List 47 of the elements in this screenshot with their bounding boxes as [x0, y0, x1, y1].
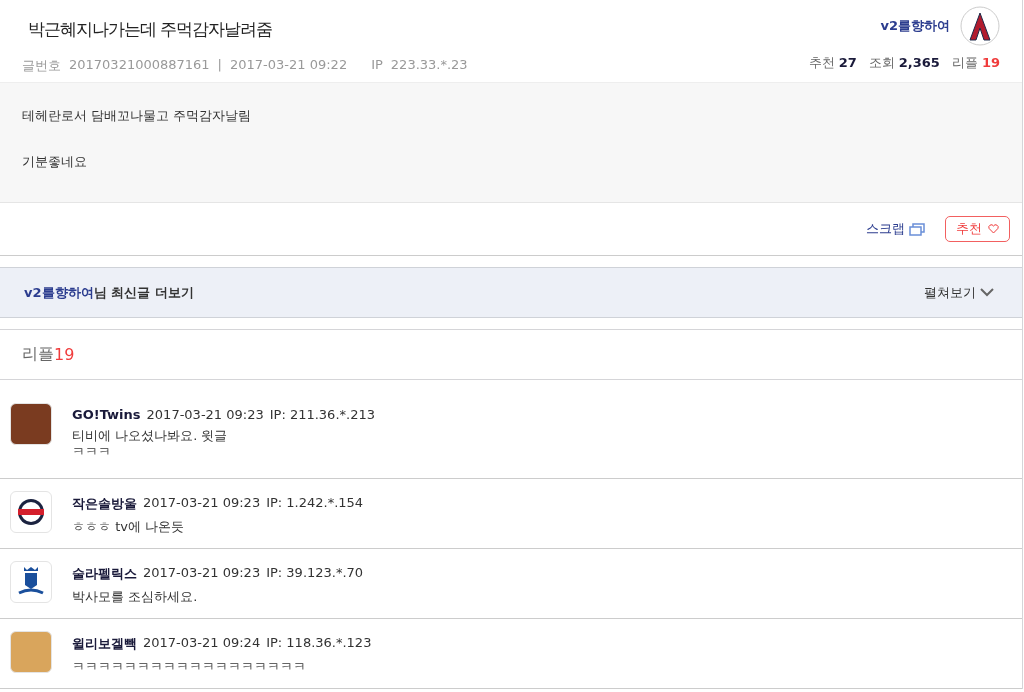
comment-author[interactable]: 술라펠릭스 [72, 565, 137, 583]
chevron-down-icon [980, 288, 994, 297]
stat-label: 추천 [808, 55, 835, 70]
comment-text: ㅋㅋㅋㅋㅋㅋㅋㅋㅋㅋㅋㅋㅋㅋㅋㅋㅋㅋ [72, 659, 307, 675]
team-logo-drawing [10, 561, 52, 603]
stat-value: 19 [981, 55, 1000, 70]
more-posts-link[interactable]: v2를향하여님 최신글 더보기 [24, 283, 194, 302]
scrap-link[interactable]: 스크랩 [866, 220, 925, 238]
team-logo-drawing [10, 491, 52, 533]
stat-label: 조회 [868, 55, 895, 70]
post-title: 박근혜지나가는데 주먹감자날려줌 [28, 18, 274, 41]
comment-text: 티비에 나오셨나봐요. 윗글 [72, 428, 229, 444]
comment-author[interactable]: 윌리보겔빽 [72, 635, 137, 653]
comment-author[interactable]: 작은솔방울 [72, 495, 137, 513]
meta-separator: | [217, 57, 222, 74]
stat-value: 27 [838, 55, 857, 70]
post-datetime: 2017-03-21 09:22 [230, 57, 348, 74]
post-body-text: 테헤란로서 담배꼬나물고 주먹감자날림 [22, 107, 253, 125]
comment-ip: IP: 1.242.*.154 [266, 495, 364, 512]
expand-button[interactable]: 펼쳐보기 [918, 282, 1000, 303]
comment-author[interactable]: GO!Twins [72, 407, 141, 422]
windows-icon [909, 222, 925, 236]
comment-datetime: 2017-03-21 09:24 [143, 635, 261, 652]
stat-label: 리플 [951, 55, 978, 70]
avatar-photo-placeholder [10, 631, 52, 673]
post-ip: 223.33.*.23 [390, 57, 468, 74]
team-logo-drawing [960, 6, 1000, 46]
comment-text: 박사모를 조심하세요. [72, 589, 199, 605]
heart-icon [988, 224, 999, 234]
ip-label: IP [371, 57, 383, 74]
comment-text: ㅎㅎㅎ tv에 나온듯 [72, 519, 186, 535]
comment-datetime: 2017-03-21 09:23 [146, 407, 264, 422]
author-link[interactable]: v2를향하여 [880, 17, 950, 35]
post-body-text: 기분좋네요 [22, 153, 88, 171]
replies-count: 19 [54, 345, 75, 364]
avatar-photo-placeholder [10, 403, 52, 445]
recommend-button[interactable]: 추천 [945, 216, 1010, 242]
post-number: 20170321000887161 [69, 57, 210, 74]
comment-datetime: 2017-03-21 09:23 [143, 565, 261, 582]
comment-text: ㅋㅋㅋ [72, 444, 112, 460]
post-number-label: 글번호 [22, 57, 61, 75]
comment-datetime: 2017-03-21 09:23 [143, 495, 261, 512]
comment-ip: IP: 211.36.*.213 [269, 407, 375, 422]
replies-label: 리플 [22, 344, 54, 365]
comment-ip: IP: 118.36.*.123 [266, 635, 372, 652]
comment-ip: IP: 39.123.*.70 [266, 565, 364, 582]
stat-value: 2,365 [898, 55, 940, 70]
